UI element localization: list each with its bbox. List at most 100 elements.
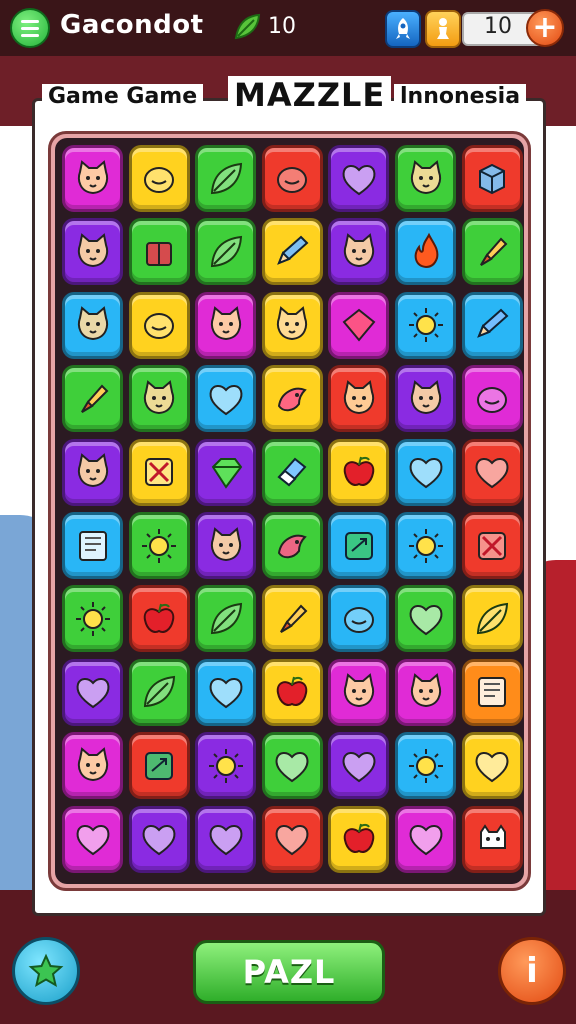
board-tile[interactable] [128,218,190,286]
leaf-icon [210,162,242,194]
board-tile[interactable] [395,145,456,212]
board-tile[interactable] [195,365,257,433]
board-tile[interactable] [128,732,190,800]
board-tile[interactable] [395,732,456,800]
board-tile[interactable] [328,291,390,359]
board-tile[interactable] [395,438,456,506]
board-tile[interactable] [461,145,523,212]
sun-icon [208,748,243,783]
heart-icon [342,164,376,195]
board-tile[interactable] [328,658,390,726]
board-tile[interactable] [261,145,323,212]
board-tile[interactable] [395,365,456,433]
board-tile[interactable] [195,438,257,506]
star-button[interactable] [12,937,80,1005]
cat-face-icon [77,453,108,488]
board-tile[interactable] [62,365,123,433]
board-tile[interactable] [328,805,390,873]
board-tile[interactable] [328,365,390,433]
board-tile[interactable] [328,732,390,800]
board-tile[interactable] [195,145,257,212]
board-tile[interactable] [261,438,323,506]
board-tile[interactable] [328,585,390,653]
board-tile[interactable] [261,512,323,579]
board-tile[interactable] [261,585,323,653]
board-tile[interactable] [62,658,123,726]
board-tile[interactable] [461,658,523,726]
header-left-label: Game Game [42,84,204,109]
blob-icon [144,313,175,340]
cat-face-icon [210,526,241,561]
board-tile[interactable] [62,291,123,359]
pawn-button[interactable] [425,10,461,48]
heart-icon [142,825,176,856]
cat-face-icon [77,306,108,341]
board-tile[interactable] [461,512,523,579]
board-tile[interactable] [195,512,257,579]
board-tile[interactable] [461,365,523,433]
board-tile[interactable] [62,732,123,800]
gift-icon [146,241,173,266]
cat-face-icon [77,233,108,267]
board-tile[interactable] [461,732,523,800]
apple-icon [143,603,175,633]
board-tile[interactable] [128,805,190,873]
board-tile[interactable] [261,365,323,433]
board-tile[interactable] [195,805,257,873]
cat-face-icon [410,673,441,708]
board-tile[interactable] [128,585,190,653]
board-tile[interactable] [328,438,390,506]
box-icon [478,531,507,560]
board-tile[interactable] [461,438,523,506]
board-tile[interactable] [395,512,456,579]
board-tile[interactable] [128,291,190,359]
board-tile[interactable] [261,218,323,286]
pencil-icon [477,308,509,339]
rocket-button[interactable] [385,10,421,48]
board-tile[interactable] [261,291,323,359]
board-tile[interactable] [195,732,257,800]
board-tile[interactable] [195,585,257,653]
board-tile[interactable] [461,805,523,873]
board-tile[interactable] [261,732,323,800]
cat-face-icon [343,379,374,414]
sun-icon [142,528,177,563]
board-tile[interactable] [395,218,456,286]
board-tile[interactable] [328,218,390,286]
menu-button[interactable] [10,8,50,48]
board-tile[interactable] [62,585,123,653]
board-tile[interactable] [128,365,190,433]
board-tile[interactable] [461,218,523,286]
board-tile[interactable] [128,658,190,726]
board-tile[interactable] [261,658,323,726]
board-tile[interactable] [461,585,523,653]
pencil-icon [277,235,309,265]
board-tile[interactable] [395,805,456,873]
board-tile[interactable] [395,291,456,359]
board-tile[interactable] [128,512,190,579]
cat-face-icon [410,379,441,414]
sun-icon [75,601,110,636]
board-tile[interactable] [195,218,257,286]
board-tile[interactable] [261,805,323,873]
heart-icon [409,825,442,856]
info-button[interactable]: i [498,937,566,1005]
board-tile[interactable] [62,438,123,506]
board-tile[interactable] [128,145,190,212]
eraser-icon [277,457,307,487]
board-tile[interactable] [62,805,123,873]
board-tile[interactable] [62,218,123,286]
board-tile[interactable] [461,291,523,359]
board-tile[interactable] [62,145,123,212]
board-tile[interactable] [395,585,456,653]
board-tile[interactable] [395,658,456,726]
apple-icon [343,456,375,487]
add-coins-button[interactable]: + [526,9,564,47]
play-button[interactable]: PAZL [193,940,385,1004]
board-tile[interactable] [328,512,390,579]
board-tile[interactable] [195,658,257,726]
board-tile[interactable] [195,291,257,359]
board-tile[interactable] [128,438,190,506]
board-tile[interactable] [62,512,123,579]
board-tile[interactable] [328,145,390,212]
